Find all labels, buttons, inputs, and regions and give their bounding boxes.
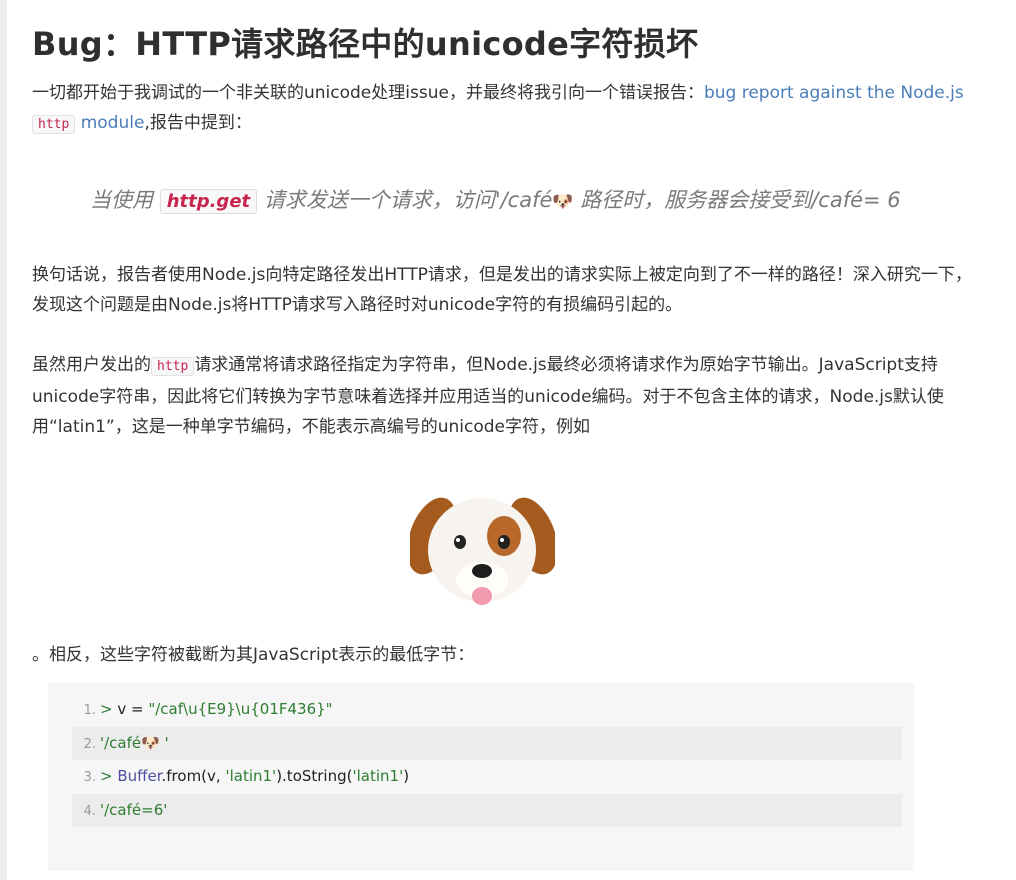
nose [472, 564, 492, 578]
http-inline-code: http [32, 115, 76, 134]
intro-paragraph: 一切都开始于我调试的一个非关联的unicode处理issue，并最终将我引向一个… [32, 78, 982, 140]
blockquote: 当使用 http.get 请求发送一个请求，访问'/café🐶 路径时，服务器会… [90, 188, 901, 214]
left-eye [454, 535, 466, 549]
intro-text-end: ,报告中提到： [144, 113, 252, 133]
encoding-paragraph: 虽然用户发出的 http 请求通常将请求路径指定为字符串，但Node.js最终必须将… [32, 355, 944, 437]
code-line-3: 3. > Buffer.from(v, 'latin1').toString('l… [83, 767, 410, 785]
code-block: 1. > v = "/caf\u{E9}\u{01F436}" 2. '/café🐶… [48, 683, 914, 871]
http-inline-code-2: http [151, 357, 195, 376]
dog-face-image [410, 497, 555, 605]
code-line-1: 1. > v = "/caf\u{E9}\u{01F436}" [83, 700, 333, 718]
explanation-paragraph: 换句话说，报告者使用Node.js向特定路径发出HTTP请求，但是发出的请求实际… [32, 265, 972, 315]
truncation-paragraph: 。相反，这些字符被截断为其JavaScript表示的最低字节： [32, 645, 475, 665]
http-get-code: http.get [159, 189, 258, 214]
right-eye [498, 535, 510, 549]
code-line-4: 4. '/café=6' [72, 794, 902, 827]
article-title: Bug：HTTP请求路径中的unicode字符损坏 [32, 25, 699, 63]
tongue [472, 587, 492, 605]
article-body: Bug：HTTP请求路径中的unicode字符损坏 一切都开始于我调试的一个非关… [32, 0, 982, 442]
left-margin-rule [0, 0, 7, 880]
intro-text: 一切都开始于我调试的一个非关联的unicode处理issue，并最终将我引向一个… [32, 83, 704, 103]
code-line-2: 2. '/café🐶 ' [72, 727, 902, 760]
dog-emoji-inline: 🐶 [552, 192, 574, 212]
